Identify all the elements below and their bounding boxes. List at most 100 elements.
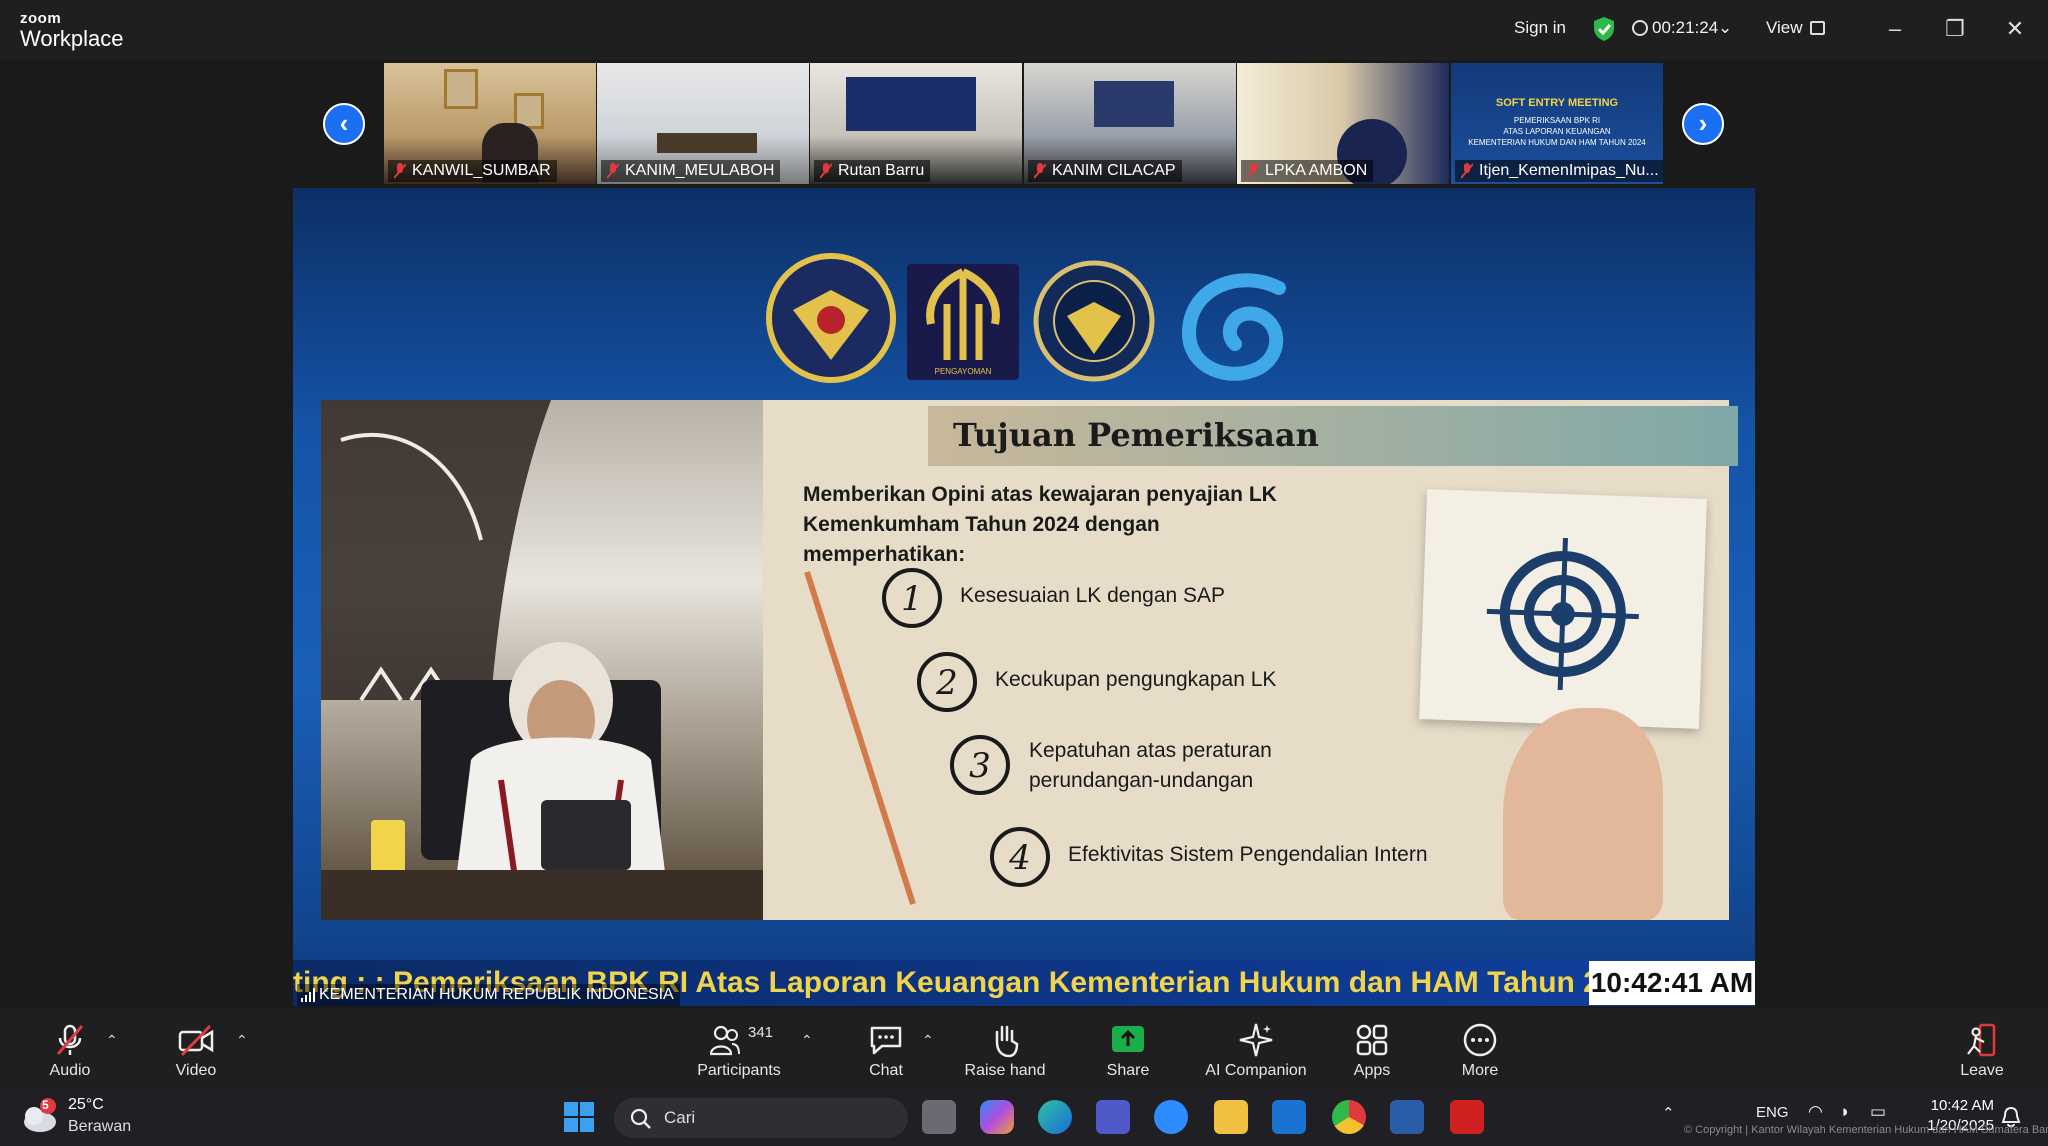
participant-name: KANIM_MEULABOH bbox=[625, 162, 775, 179]
ai-companion-button[interactable]: AI Companion bbox=[1198, 1022, 1314, 1080]
raise-hand-button[interactable]: Raise hand bbox=[955, 1022, 1055, 1080]
outlook-icon[interactable] bbox=[1272, 1100, 1306, 1134]
wifi-icon[interactable]: ◠ bbox=[1808, 1102, 1823, 1122]
hand-graphic bbox=[1503, 708, 1663, 920]
thumbnail-slide-lines: PEMERIKSAAN BPK RI ATAS LAPORAN KEUANGAN… bbox=[1451, 115, 1663, 148]
participant-thumbnail[interactable]: SOFT ENTRY MEETING PEMERIKSAAN BPK RI AT… bbox=[1451, 63, 1663, 184]
copilot-icon[interactable] bbox=[980, 1100, 1014, 1134]
point-text: Kecukupan pengungkapan LK bbox=[995, 668, 1277, 691]
point-text: Kesesuaian LK dengan SAP bbox=[960, 584, 1226, 607]
chevron-down-icon[interactable]: ⌄ bbox=[1718, 18, 1732, 38]
task-view-icon[interactable] bbox=[922, 1100, 956, 1134]
thumbnail-slide-title: SOFT ENTRY MEETING bbox=[1495, 97, 1619, 109]
participant-name: Rutan Barru bbox=[838, 162, 925, 179]
view-button[interactable]: View bbox=[1766, 18, 1803, 38]
apps-button[interactable]: Apps bbox=[1346, 1022, 1398, 1080]
zoom-workplace-logo: zoom Workplace bbox=[20, 11, 124, 50]
participant-thumbnail[interactable]: KANIM CILACAP bbox=[1024, 63, 1236, 184]
share-screen-icon bbox=[1112, 1026, 1144, 1052]
participant-name-label: Itjen_KemenImipas_Nu... bbox=[1455, 160, 1663, 182]
leave-button[interactable]: Leave bbox=[1954, 1022, 2010, 1080]
participants-count: 341 bbox=[748, 1024, 774, 1041]
point-number-badge: 3 bbox=[950, 735, 1010, 795]
file-explorer-icon[interactable] bbox=[1214, 1100, 1248, 1134]
share-label: Share bbox=[1106, 1062, 1150, 1079]
thumbnail-slide-line: PEMERIKSAAN BPK RI bbox=[1513, 116, 1601, 125]
target-icon bbox=[1486, 537, 1639, 691]
muted-mic-icon bbox=[1461, 163, 1473, 179]
participant-name: LPKA AMBON bbox=[1265, 162, 1368, 179]
thumbnail-slide-line: KEMENTERIAN HUKUM DAN HAM TAHUN 2024 bbox=[1468, 138, 1646, 147]
leave-icon bbox=[1967, 1023, 1996, 1057]
word-icon[interactable] bbox=[1390, 1100, 1424, 1134]
taskbar-search-box[interactable]: Cari bbox=[614, 1098, 908, 1138]
logo-small-text: zoom bbox=[20, 10, 62, 27]
language-indicator[interactable]: ENG bbox=[1756, 1104, 1789, 1121]
muted-mic-icon bbox=[1247, 163, 1259, 179]
next-page-arrow-icon[interactable]: › bbox=[1682, 103, 1724, 145]
muted-mic-icon bbox=[56, 1024, 84, 1055]
participant-thumbnail[interactable]: Rutan Barru bbox=[810, 63, 1022, 184]
participant-name-label: KANWIL_SUMBAR bbox=[388, 160, 557, 182]
participants-options-caret-icon[interactable]: ⌃ bbox=[801, 1032, 813, 1049]
speaker-video bbox=[321, 400, 763, 920]
video-off-icon bbox=[178, 1024, 214, 1057]
raise-hand-icon bbox=[995, 1025, 1019, 1058]
meeting-timer[interactable]: 00:21:24 bbox=[1652, 18, 1718, 38]
sign-in-link[interactable]: Sign in bbox=[1514, 18, 1566, 38]
acrobat-icon[interactable] bbox=[1450, 1100, 1484, 1134]
volume-icon[interactable]: ◗ bbox=[1840, 1102, 1850, 1122]
weather-widget[interactable]: 5 25°C Berawan bbox=[20, 1096, 131, 1141]
copyright-watermark: © Copyright | Kantor Wilayah Kementerian… bbox=[1684, 1124, 2048, 1136]
more-button[interactable]: More bbox=[1454, 1022, 1506, 1080]
previous-page-arrow-icon[interactable]: ‹ bbox=[323, 103, 365, 145]
chat-options-caret-icon[interactable]: ⌃ bbox=[922, 1032, 934, 1049]
restore-icon[interactable]: ❐ bbox=[1940, 14, 1970, 44]
pengayoman-tree-icon bbox=[926, 268, 1000, 360]
weather-description: Berawan bbox=[68, 1118, 132, 1135]
audio-options-caret-icon[interactable]: ⌃ bbox=[106, 1032, 118, 1049]
participants-button[interactable]: 341 Participants bbox=[694, 1022, 784, 1080]
participant-name-label: KANIM CILACAP bbox=[1028, 160, 1182, 182]
shared-screen[interactable]: PENGAYOMAN Tujuan Pemeriksaan Memberikan… bbox=[293, 188, 1755, 1006]
show-hidden-icons-caret-icon[interactable]: ⌃ bbox=[1662, 1104, 1675, 1122]
signal-icon bbox=[301, 988, 315, 1002]
video-options-caret-icon[interactable]: ⌃ bbox=[236, 1032, 248, 1049]
slide-intro-text: Memberikan Opini atas kewajaran penyajia… bbox=[803, 483, 1277, 566]
shield-check-icon[interactable] bbox=[1592, 16, 1616, 42]
close-icon[interactable]: ✕ bbox=[2000, 14, 2030, 44]
zoom-app-icon[interactable] bbox=[1154, 1100, 1188, 1134]
grid-icon[interactable] bbox=[1810, 21, 1825, 35]
participant-thumbnail[interactable]: LPKA AMBON bbox=[1237, 63, 1449, 184]
edge-browser-icon[interactable] bbox=[1038, 1100, 1072, 1134]
chrome-browser-icon[interactable] bbox=[1332, 1100, 1366, 1134]
pengayoman-logo: PENGAYOMAN bbox=[907, 264, 1019, 380]
ai-companion-label: AI Companion bbox=[1205, 1062, 1307, 1079]
participant-name-label: LPKA AMBON bbox=[1241, 160, 1374, 182]
weather-badge: 5 bbox=[42, 1098, 49, 1112]
apps-label: Apps bbox=[1353, 1062, 1391, 1079]
ticker-clock: 10:42:41 AM bbox=[1589, 961, 1755, 1005]
search-placeholder: Cari bbox=[664, 1108, 696, 1127]
point-number-badge: 4 bbox=[990, 827, 1050, 887]
speaker-scene-graphic bbox=[321, 400, 763, 920]
participant-thumbnail[interactable]: KANWIL_SUMBAR bbox=[384, 63, 596, 184]
search-icon bbox=[630, 1108, 651, 1129]
audio-button[interactable]: Audio bbox=[44, 1022, 96, 1080]
video-button[interactable]: Video bbox=[170, 1022, 222, 1080]
minimize-icon[interactable]: – bbox=[1880, 14, 1910, 44]
chat-button[interactable]: Chat bbox=[860, 1022, 912, 1080]
logo-caption: PENGAYOMAN bbox=[934, 367, 992, 376]
video-label: Video bbox=[175, 1062, 217, 1079]
battery-icon[interactable]: ▭ bbox=[1870, 1102, 1886, 1122]
temperature: 25°C bbox=[68, 1096, 104, 1113]
share-button[interactable]: Share bbox=[1102, 1022, 1154, 1080]
windows-start-icon[interactable] bbox=[562, 1100, 596, 1134]
windows-taskbar: 5 25°C Berawan Cari ⌃ ENG ◠ ◗ ▭ 10:42 AM… bbox=[0, 1088, 2048, 1146]
participant-name: KANIM CILACAP bbox=[1052, 162, 1176, 179]
participants-label: Participants bbox=[697, 1062, 781, 1079]
participant-thumbnail[interactable]: KANIM_MEULABOH bbox=[597, 63, 809, 184]
teams-icon[interactable] bbox=[1096, 1100, 1130, 1134]
clock-time: 10:42 AM bbox=[1930, 1097, 1994, 1114]
muted-mic-icon bbox=[1034, 163, 1046, 179]
